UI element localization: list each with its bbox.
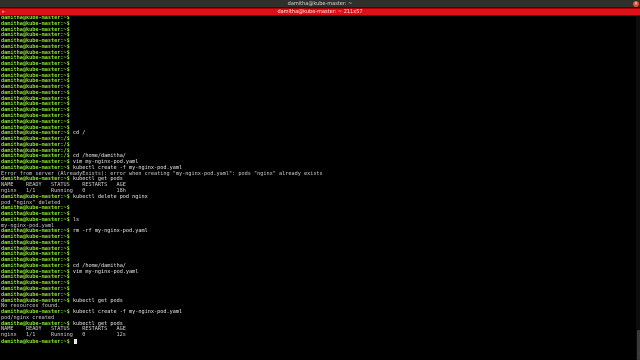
close-icon[interactable]: ×	[633, 1, 639, 7]
shell-command: kubectl get pods	[69, 297, 123, 304]
terminal-scrollbar[interactable]	[636, 16, 640, 360]
window-titlebar: damitha@kube-master: ~ ×	[0, 0, 640, 8]
shell-command: kubectl create -f my-nginx-pod.yaml	[69, 309, 183, 316]
shell-prompt: damitha@kube-master:~$	[1, 338, 70, 345]
terminal-prompt-line: damitha@kube-master:~$	[1, 338, 601, 345]
shell-command: kubectl delete pod nginx	[69, 193, 148, 200]
shell-command: vim my-nginx-pod.yaml	[69, 268, 139, 275]
command-output: nginx 1/1 Running 0 12s	[1, 332, 126, 339]
shell-command: rm -rf my-nginx-pod.yaml	[69, 228, 148, 235]
shell-command: ls	[69, 216, 80, 223]
shell-command: cd /	[69, 130, 86, 137]
text-cursor	[73, 338, 77, 344]
terminal-tab-bar[interactable]: ▸ damitha@kube-master: ~ 211x57	[0, 8, 640, 16]
window-title: damitha@kube-master: ~	[287, 1, 353, 7]
terminal-output[interactable]: damitha@kube-master:~$ damitha@kube-maste…	[1, 16, 601, 345]
terminal-tab-label: damitha@kube-master: ~ 211x57	[277, 9, 363, 15]
